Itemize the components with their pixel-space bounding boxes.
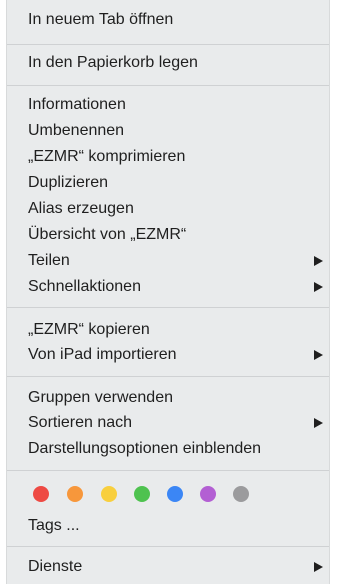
menu-item-rename[interactable]: Umbenennen — [7, 119, 329, 143]
menu-item-open-new-tab[interactable]: In neuem Tab öffnen — [7, 8, 329, 32]
menu-item-compress[interactable]: „EZMR“ komprimieren — [7, 145, 329, 169]
submenu-arrow-icon — [314, 256, 323, 266]
tag-color-blue[interactable] — [167, 486, 183, 502]
menu-item-label: Gruppen verwenden — [28, 389, 173, 406]
menu-separator — [7, 376, 329, 377]
menu-item-tags[interactable]: Tags ... — [7, 514, 329, 538]
menu-item-label: Duplizieren — [28, 174, 109, 191]
menu-item-label: Schnellaktionen — [28, 278, 141, 295]
menu-item-label: Alias erzeugen — [28, 200, 134, 217]
menu-item-import-from-ipad[interactable]: Von iPad importieren — [7, 343, 329, 367]
menu-item-label: Umbenennen — [28, 122, 125, 139]
menu-item-label: Teilen — [28, 252, 70, 269]
submenu-arrow-icon — [314, 282, 323, 292]
menu-separator — [7, 546, 329, 547]
menu-item-get-info[interactable]: Informationen — [7, 93, 329, 117]
menu-item-quick-actions[interactable]: Schnellaktionen — [7, 275, 329, 299]
menu-item-label: „EZMR“ kopieren — [28, 321, 150, 338]
menu-item-label: Sortieren nach — [28, 414, 133, 431]
tag-color-purple[interactable] — [200, 486, 216, 502]
menu-separator — [7, 44, 329, 45]
menu-item-label: Von iPad importieren — [28, 346, 177, 363]
menu-item-label: In den Papierkorb legen — [28, 54, 198, 71]
menu-item-label: In neuem Tab öffnen — [28, 11, 174, 28]
menu-item-quick-look[interactable]: Übersicht von „EZMR“ — [7, 223, 329, 247]
tag-color-green[interactable] — [134, 486, 150, 502]
context-menu: In neuem Tab öffnen In den Papierkorb le… — [6, 0, 330, 584]
menu-item-services[interactable]: Dienste — [7, 555, 329, 579]
menu-item-duplicate[interactable]: Duplizieren — [7, 171, 329, 195]
menu-item-label: Darstellungsoptionen einblenden — [28, 440, 262, 457]
menu-item-move-to-trash[interactable]: In den Papierkorb legen — [7, 51, 329, 75]
menu-separator — [7, 85, 329, 86]
submenu-arrow-icon — [314, 562, 323, 572]
menu-item-label: Übersicht von „EZMR“ — [28, 226, 187, 243]
submenu-arrow-icon — [314, 350, 323, 360]
menu-item-share[interactable]: Teilen — [7, 249, 329, 273]
menu-item-label: Informationen — [28, 96, 126, 113]
menu-item-show-view-options[interactable]: Darstellungsoptionen einblenden — [7, 437, 329, 461]
menu-item-sort-by[interactable]: Sortieren nach — [7, 411, 329, 435]
menu-item-label: „EZMR“ komprimieren — [28, 148, 186, 165]
menu-item-use-groups[interactable]: Gruppen verwenden — [7, 386, 329, 410]
tag-color-orange[interactable] — [67, 486, 83, 502]
menu-item-label: Dienste — [28, 558, 83, 575]
submenu-arrow-icon — [314, 418, 323, 428]
tag-color-red[interactable] — [33, 486, 49, 502]
tag-color-gray[interactable] — [233, 486, 249, 502]
menu-separator — [7, 470, 329, 471]
menu-item-copy[interactable]: „EZMR“ kopieren — [7, 318, 329, 342]
tag-color-yellow[interactable] — [101, 486, 117, 502]
menu-item-make-alias[interactable]: Alias erzeugen — [7, 197, 329, 221]
menu-item-label: Tags ... — [28, 517, 80, 534]
menu-separator — [7, 307, 329, 308]
